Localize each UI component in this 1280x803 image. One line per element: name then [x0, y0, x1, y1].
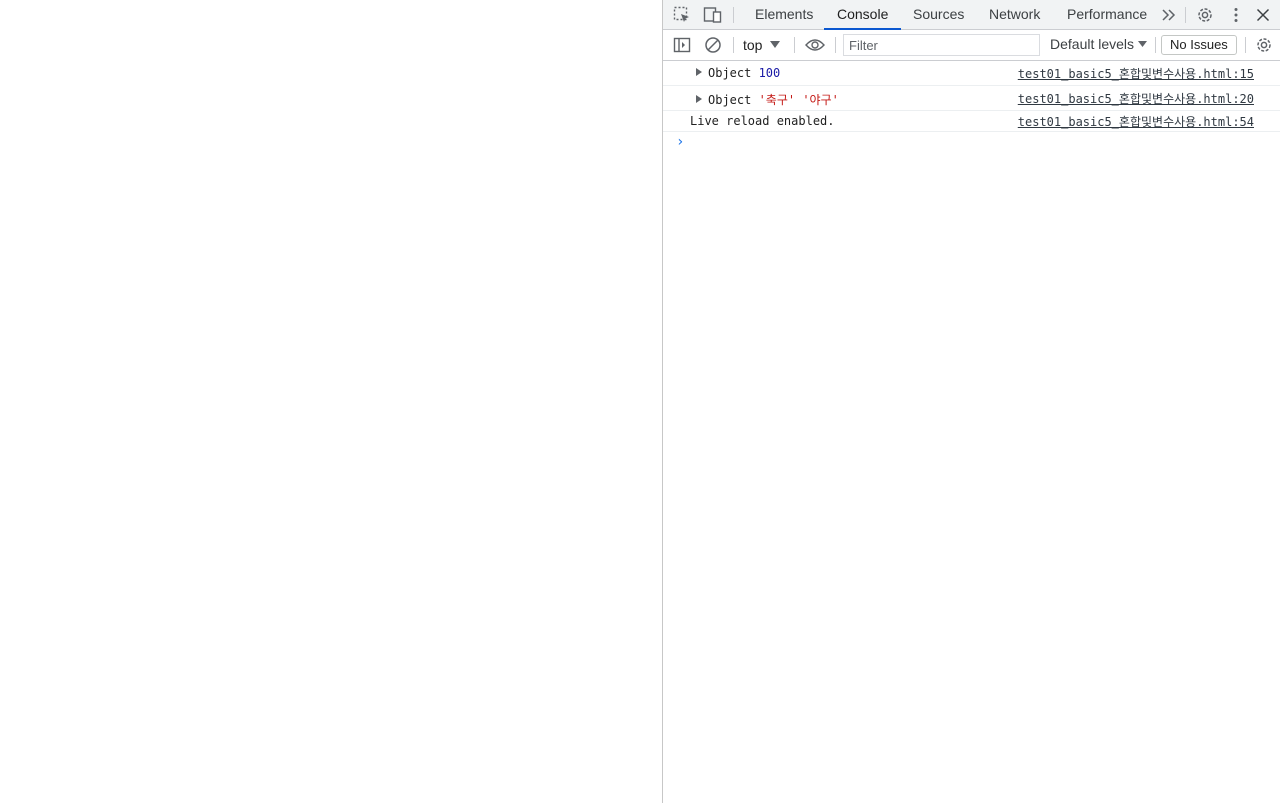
tab-performance-label: Performance: [1067, 6, 1148, 22]
message-value: '축구' '야구': [758, 93, 839, 107]
message-body: Object '축구' '야구': [696, 91, 839, 108]
message-prefix: Object: [708, 93, 759, 107]
tabbar-divider-right: [1185, 7, 1186, 23]
tab-sources[interactable]: Sources: [913, 0, 964, 29]
devtools-panel: Elements Console Sources Network Perform…: [662, 0, 1280, 803]
tab-elements-label: Elements: [755, 6, 814, 22]
toolbar-divider-5: [1245, 37, 1246, 53]
console-prompt[interactable]: ›: [663, 132, 1280, 154]
tab-network[interactable]: Network: [989, 0, 1040, 29]
toolbar-divider-2: [794, 37, 795, 53]
prompt-chevron-icon: ›: [676, 134, 685, 150]
console-messages: Object 100 test01_basic5_혼합및변수사용.html:15…: [663, 61, 1280, 154]
filter-input[interactable]: [843, 34, 1040, 56]
source-link[interactable]: test01_basic5_혼합및변수사용.html:54: [1018, 113, 1254, 130]
dropdown-triangle-icon: [770, 41, 781, 48]
message-value: 100: [758, 66, 781, 80]
console-message: Object 100 test01_basic5_혼합및변수사용.html:15: [663, 61, 1280, 86]
device-toolbar-icon[interactable]: [701, 3, 725, 27]
tab-console[interactable]: Console: [824, 0, 902, 30]
source-link[interactable]: test01_basic5_혼합및변수사용.html:15: [1018, 65, 1254, 82]
expand-arrow-icon[interactable]: [696, 95, 702, 103]
tab-elements[interactable]: Elements: [755, 0, 813, 29]
message-text: Live reload enabled.: [690, 114, 835, 128]
message-prefix: Object: [708, 66, 759, 80]
toolbar-divider-4: [1155, 37, 1156, 53]
live-expression-eye-icon[interactable]: [803, 33, 827, 57]
tab-sources-label: Sources: [913, 6, 965, 22]
tab-network-label: Network: [989, 6, 1041, 22]
message-body: Object 100: [696, 66, 780, 80]
tabbar-divider: [733, 7, 734, 23]
settings-gear-icon[interactable]: [1193, 3, 1217, 27]
more-tabs-chevron-icon[interactable]: [1157, 3, 1181, 27]
close-devtools-icon[interactable]: [1251, 3, 1275, 27]
source-link[interactable]: test01_basic5_혼합및변수사용.html:20: [1018, 90, 1254, 107]
devtools-tabbar: Elements Console Sources Network Perform…: [663, 0, 1280, 30]
console-message: Object '축구' '야구' test01_basic5_혼합및변수사용.h…: [663, 86, 1280, 111]
tab-performance[interactable]: Performance: [1067, 0, 1147, 29]
tab-console-label: Console: [837, 6, 889, 22]
console-settings-gear-icon[interactable]: [1252, 33, 1276, 57]
levels-dropdown-triangle-icon: [1138, 40, 1148, 47]
log-levels-label: Default levels: [1050, 36, 1135, 52]
context-selector[interactable]: top: [743, 36, 781, 54]
console-message: Live reload enabled. test01_basic5_혼합및변수…: [663, 111, 1280, 132]
inspect-element-icon[interactable]: [670, 3, 694, 27]
issues-label: No Issues: [1170, 37, 1228, 52]
issues-button[interactable]: No Issues: [1161, 35, 1237, 55]
clear-console-icon[interactable]: [701, 33, 725, 57]
toolbar-divider-3: [835, 37, 836, 53]
context-selector-label: top: [743, 37, 763, 53]
show-sidebar-icon[interactable]: [670, 33, 694, 57]
console-toolbar: top Default levels No Issues: [663, 30, 1280, 61]
more-options-kebab-icon[interactable]: [1224, 3, 1248, 27]
inspected-page-viewport: [0, 0, 662, 803]
toolbar-divider-1: [733, 37, 734, 53]
log-levels-dropdown[interactable]: Default levels: [1050, 36, 1148, 52]
expand-arrow-icon[interactable]: [696, 68, 702, 76]
